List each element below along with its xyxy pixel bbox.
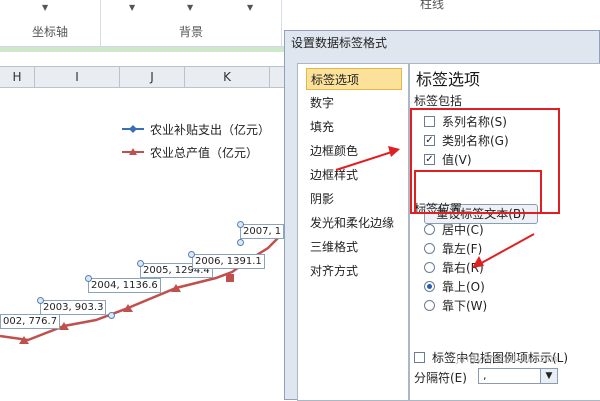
nav-item-glow-soft-edges[interactable]: 发光和柔化边缘 <box>306 212 402 234</box>
formula-bar-strip <box>0 47 290 52</box>
column-header-h[interactable]: H <box>0 67 35 87</box>
chevron-down-icon[interactable]: ▼ <box>42 3 48 12</box>
chevron-down-icon[interactable]: ▼ <box>187 3 193 12</box>
section-title: 标签选项 <box>416 70 481 89</box>
data-label[interactable]: 2007, 1 <box>240 224 285 239</box>
selection-handle[interactable] <box>237 221 244 228</box>
data-label[interactable]: 002, 776.7 <box>0 314 61 329</box>
legend-marker-series1 <box>129 125 137 133</box>
data-label[interactable]: 2003, 903.3 <box>40 300 107 315</box>
format-data-labels-dialog: 设置数据标签格式 标签选项 数字 填充 边框颜色 边框样式 阴影 发光和柔化边缘… <box>284 30 600 401</box>
nav-item-alignment[interactable]: 对齐方式 <box>306 260 402 282</box>
selection-handle[interactable] <box>237 239 244 246</box>
radio-above-label: 靠上(O) <box>442 280 485 294</box>
legend-series2: 农业总产值（亿元） <box>150 146 259 160</box>
chevron-down-icon[interactable]: ▼ <box>540 369 557 383</box>
ribbon-group-label-line: 柱线 <box>420 0 445 11</box>
ribbon-group-background: ▼ ▼ ▼ 背景 <box>101 0 282 46</box>
column-header-i[interactable]: I <box>35 67 120 87</box>
selection-handle[interactable] <box>137 260 144 267</box>
nav-item-shadow[interactable]: 阴影 <box>306 188 402 210</box>
selection-handle[interactable] <box>37 297 44 304</box>
radio-left[interactable] <box>424 243 435 254</box>
data-label[interactable]: 2006, 1391.1 <box>192 254 265 269</box>
radio-left-label: 靠左(F) <box>442 242 483 256</box>
dialog-content: 标签选项 标签包括 系列名称(S) ✓ 类别名称(G) ✓ 值(V) 重设标签文… <box>409 63 600 401</box>
column-header-k[interactable]: K <box>185 67 270 87</box>
radio-center-label: 居中(C) <box>442 223 484 237</box>
dialog-nav: 标签选项 数字 填充 边框颜色 边框样式 阴影 发光和柔化边缘 三维格式 对齐方… <box>297 63 409 401</box>
legend-series1: 农业补贴支出（亿元） <box>150 123 271 137</box>
radio-right-label: 靠右(R) <box>442 261 484 275</box>
column-header-j[interactable]: J <box>120 67 185 87</box>
column-headers: H I J K <box>0 66 290 88</box>
radio-center[interactable] <box>424 224 435 235</box>
dialog-title[interactable]: 设置数据标签格式 <box>285 31 600 55</box>
separator-label: 分隔符(E) <box>414 371 467 385</box>
ribbon-group-label-background: 背景 <box>178 25 203 39</box>
chevron-down-icon[interactable]: ▼ <box>129 3 135 12</box>
radio-right[interactable] <box>424 262 435 273</box>
nav-item-3d-format[interactable]: 三维格式 <box>306 236 402 258</box>
radio-below[interactable] <box>424 300 435 311</box>
group-label-contains: 标签包括 <box>414 94 463 108</box>
line-chart[interactable]: 农业补贴支出（亿元） 农业总产值（亿元） 002, 776.7 2003, 90… <box>0 88 290 400</box>
chevron-down-icon[interactable]: ▼ <box>247 3 253 12</box>
separator-value: , <box>483 369 487 382</box>
radio-below-label: 靠下(W) <box>442 299 488 313</box>
separator-select[interactable]: , ▼ <box>478 368 558 384</box>
nav-item-label-options[interactable]: 标签选项 <box>306 68 402 90</box>
nav-item-border-color[interactable]: 边框颜色 <box>306 140 402 162</box>
ribbon-group-label-axes: 坐标轴 <box>31 25 68 39</box>
series2-marker-selected <box>226 274 234 282</box>
selection-handle[interactable] <box>108 312 115 319</box>
watermark: jingyan.baidu.com <box>456 352 558 365</box>
checkbox-include-legend-key[interactable] <box>414 352 425 363</box>
annotation-highlight-box <box>414 170 542 212</box>
selection-handle[interactable] <box>85 275 92 282</box>
nav-item-number[interactable]: 数字 <box>306 92 402 114</box>
ribbon-group-axes: ▼ 坐标轴 <box>0 0 101 46</box>
data-label[interactable]: 2004, 1136.6 <box>88 278 161 293</box>
nav-item-border-style[interactable]: 边框样式 <box>306 164 402 186</box>
radio-above[interactable] <box>424 281 435 292</box>
selection-handle[interactable] <box>188 251 195 258</box>
nav-item-fill[interactable]: 填充 <box>306 116 402 138</box>
